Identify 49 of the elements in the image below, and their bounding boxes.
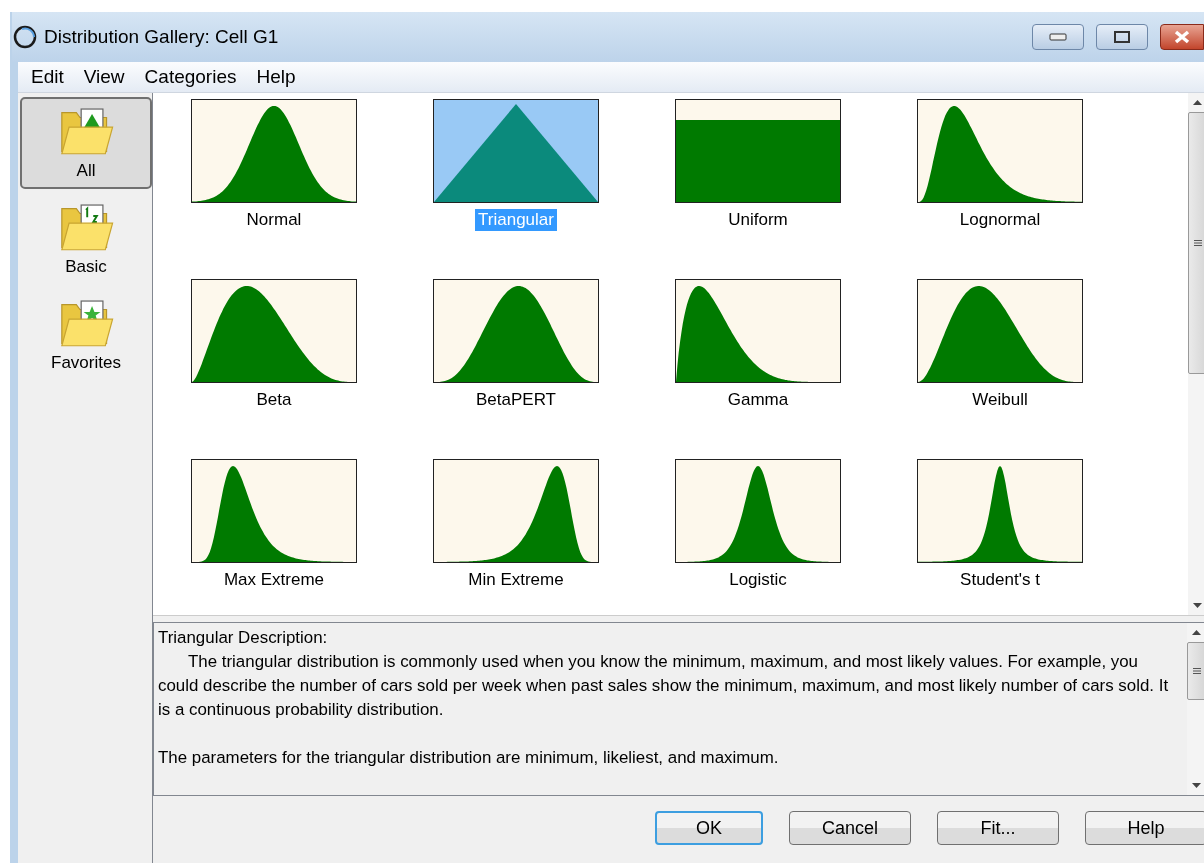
menu-item[interactable]: Help [247,64,307,90]
distribution-thumbnail[interactable] [191,279,357,383]
distribution-label[interactable]: Beta [253,389,295,411]
minimize-button[interactable] [1032,24,1084,50]
distribution-thumbnail[interactable] [675,99,841,203]
distribution-label[interactable]: Gamma [724,389,792,411]
distribution-thumbnail[interactable] [433,99,599,203]
distribution-thumbnail[interactable] [675,279,841,383]
distribution-label[interactable]: Student's t [957,569,1043,591]
distribution-label[interactable]: Lognormal [956,209,1044,231]
category-button[interactable]: Basic [20,193,152,285]
distribution-thumbnail[interactable] [917,99,1083,203]
distribution-thumbnail[interactable] [191,459,357,563]
distribution-thumbnail[interactable] [191,99,357,203]
menu-item[interactable]: View [74,64,136,90]
distribution-thumbnail[interactable] [917,279,1083,383]
maximize-icon [1114,31,1130,43]
close-button[interactable] [1160,24,1204,50]
description-text: Triangular Description: The triangular distribution is commonly used when you know the minimum, maximum, and most likely values. For example, you could describe the number of cars sold per week when past sales show the minimum, maximum, and most likely number of cars sold. It is a continuous probability distribution. The parameters for the triangular distribution are minimum, likeliest, and maximum. [157,627,1170,769]
distribution-label[interactable]: Logistic [726,569,790,591]
distribution-label[interactable]: BetaPERT [473,389,559,411]
scroll-thumb[interactable] [1188,112,1204,374]
distribution-label[interactable]: Min Extreme [465,569,567,591]
close-icon [1173,29,1191,45]
distribution-label[interactable]: Normal [243,209,305,231]
dialog-button[interactable]: OK [655,811,763,845]
menu-item[interactable]: Edit [22,64,75,90]
window-title: Distribution Gallery: Cell G1 [44,26,280,48]
scrollbar[interactable] [1188,93,1204,615]
scrollbar[interactable] [1187,623,1204,795]
maximize-button[interactable] [1096,24,1148,50]
distribution-thumbnail[interactable] [433,279,599,383]
distribution-thumbnail[interactable] [675,459,841,563]
dialog-button[interactable]: Fit... [937,811,1059,845]
distribution-thumbnail[interactable] [433,459,599,563]
category-button[interactable]: Favorites [20,289,152,381]
category-button[interactable]: All [20,97,152,189]
grip-icon [1193,239,1202,247]
app-logo-icon [12,24,38,50]
dialog-button[interactable]: Cancel [789,811,911,845]
minimize-icon [1049,33,1067,41]
grip-icon [1192,667,1201,675]
distribution-label[interactable]: Max Extreme [220,569,328,591]
scroll-thumb[interactable] [1187,642,1204,700]
menu-item[interactable]: Categories [135,64,248,90]
dialog-button[interactable]: Help [1085,811,1204,845]
distribution-label[interactable]: Uniform [725,209,791,231]
distribution-label[interactable]: Weibull [969,389,1031,411]
distribution-thumbnail[interactable] [917,459,1083,563]
